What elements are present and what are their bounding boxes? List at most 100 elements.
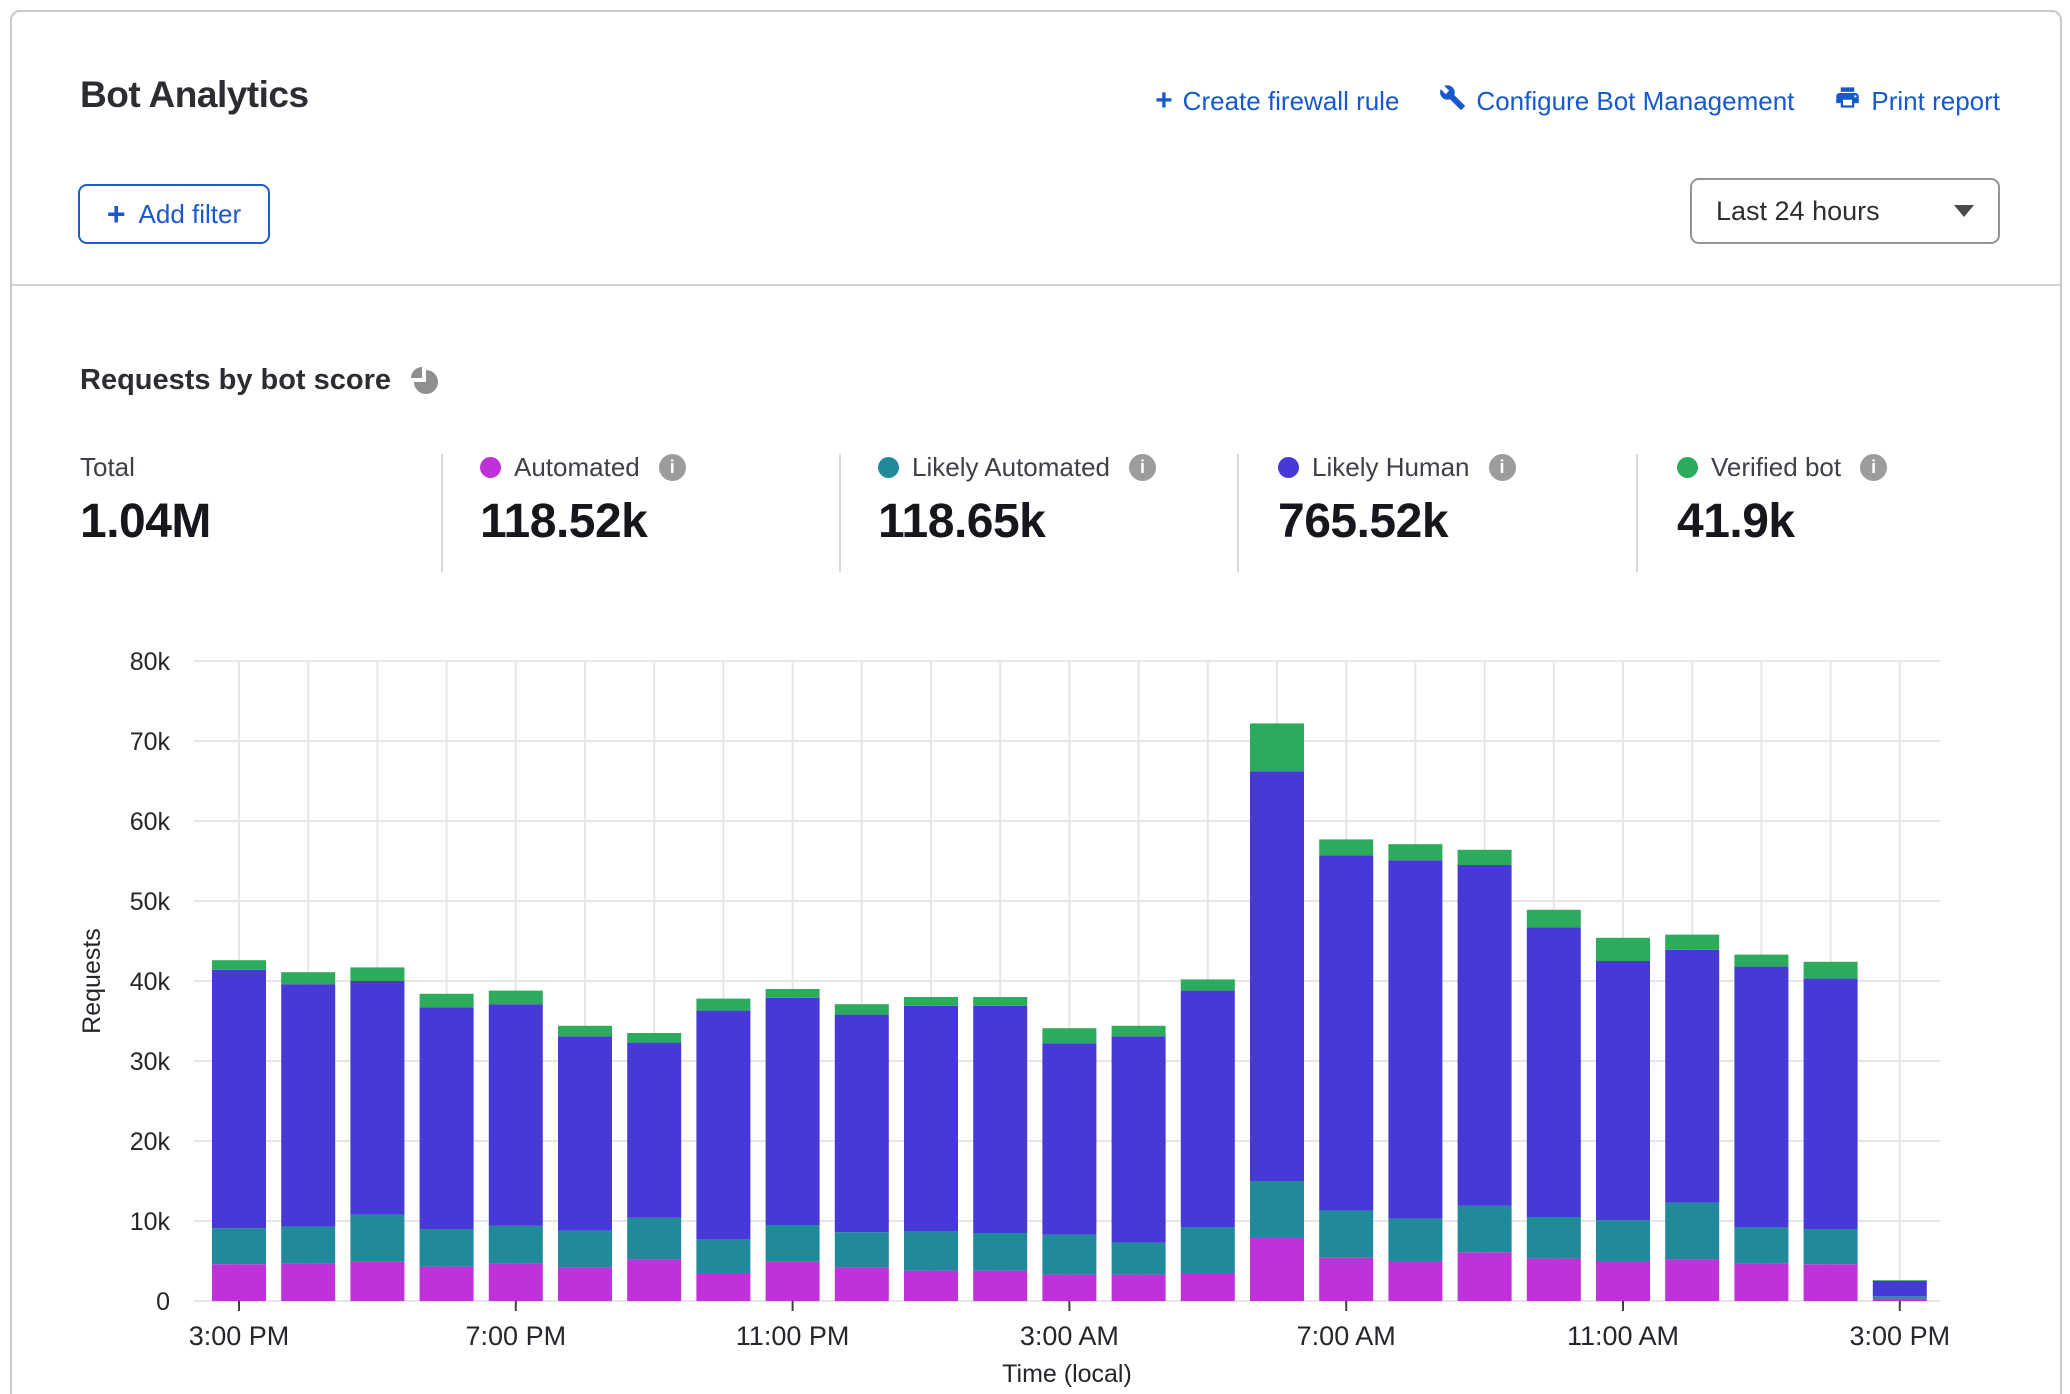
- bar-segment[interactable]: [350, 967, 404, 981]
- bar-segment[interactable]: [1873, 1281, 1927, 1296]
- bar-segment[interactable]: [1388, 844, 1442, 860]
- bar-segment[interactable]: [835, 1232, 889, 1267]
- bar-segment[interactable]: [281, 972, 335, 984]
- bar-segment[interactable]: [212, 1264, 266, 1301]
- bar-segment[interactable]: [558, 1036, 612, 1230]
- bar-segment[interactable]: [973, 1271, 1027, 1301]
- bar-segment[interactable]: [1042, 1028, 1096, 1043]
- bar-segment[interactable]: [1527, 910, 1581, 928]
- bar-segment[interactable]: [1388, 860, 1442, 1218]
- bar-segment[interactable]: [1804, 1264, 1858, 1301]
- bar-segment[interactable]: [1804, 1229, 1858, 1264]
- bar-segment[interactable]: [835, 1267, 889, 1301]
- bar-segment[interactable]: [1388, 1261, 1442, 1301]
- bar-segment[interactable]: [558, 1231, 612, 1268]
- bar-segment[interactable]: [1250, 723, 1304, 771]
- bar-segment[interactable]: [1596, 1220, 1650, 1261]
- bar-segment[interactable]: [1458, 1206, 1512, 1252]
- bar-segment[interactable]: [835, 1015, 889, 1233]
- bar-segment[interactable]: [1665, 1203, 1719, 1260]
- bar-segment[interactable]: [1458, 865, 1512, 1206]
- bar-segment[interactable]: [1596, 1261, 1650, 1301]
- bar-segment[interactable]: [1319, 839, 1373, 855]
- bar-segment[interactable]: [627, 1043, 681, 1218]
- bar-segment[interactable]: [696, 999, 750, 1011]
- bar-segment[interactable]: [1042, 1235, 1096, 1275]
- bar-segment[interactable]: [1250, 771, 1304, 1181]
- bar-segment[interactable]: [1112, 1275, 1166, 1301]
- bar-segment[interactable]: [350, 1215, 404, 1262]
- bar-segment[interactable]: [489, 991, 543, 1005]
- bar-segment[interactable]: [1458, 850, 1512, 865]
- bar-segment[interactable]: [1112, 1036, 1166, 1242]
- bar-segment[interactable]: [1458, 1252, 1512, 1301]
- bar-segment[interactable]: [212, 960, 266, 970]
- bar-segment[interactable]: [1596, 961, 1650, 1220]
- bar-segment[interactable]: [1319, 1211, 1373, 1258]
- bar-segment[interactable]: [420, 1229, 474, 1267]
- bar-segment[interactable]: [904, 997, 958, 1006]
- bar-segment[interactable]: [489, 1004, 543, 1226]
- bar-segment[interactable]: [1250, 1181, 1304, 1237]
- bar-segment[interactable]: [1042, 1043, 1096, 1234]
- bar-segment[interactable]: [1319, 855, 1373, 1210]
- bar-segment[interactable]: [904, 1006, 958, 1232]
- bar-segment[interactable]: [1042, 1275, 1096, 1301]
- bar-segment[interactable]: [973, 997, 1027, 1006]
- bar-segment[interactable]: [1181, 979, 1235, 990]
- bar-segment[interactable]: [1181, 991, 1235, 1228]
- bar-segment[interactable]: [904, 1231, 958, 1270]
- bar-segment[interactable]: [766, 989, 820, 998]
- bar-segment[interactable]: [420, 994, 474, 1008]
- bar-segment[interactable]: [1527, 1217, 1581, 1259]
- bar-segment[interactable]: [1873, 1299, 1927, 1301]
- bar-segment[interactable]: [696, 1011, 750, 1240]
- bar-segment[interactable]: [1804, 962, 1858, 979]
- bar-segment[interactable]: [1527, 1259, 1581, 1301]
- bar-segment[interactable]: [627, 1218, 681, 1260]
- bar-segment[interactable]: [973, 1006, 1027, 1233]
- bar-segment[interactable]: [1665, 950, 1719, 1203]
- bar-segment[interactable]: [1181, 1273, 1235, 1301]
- bar-segment[interactable]: [627, 1033, 681, 1043]
- bar-segment[interactable]: [1596, 938, 1650, 961]
- bar-segment[interactable]: [1527, 927, 1581, 1217]
- bar-segment[interactable]: [281, 1227, 335, 1264]
- bar-segment[interactable]: [1665, 935, 1719, 950]
- bar-segment[interactable]: [1734, 1263, 1788, 1301]
- bar-segment[interactable]: [420, 1267, 474, 1301]
- bar-segment[interactable]: [1873, 1280, 1927, 1281]
- bar-segment[interactable]: [489, 1226, 543, 1264]
- bar-segment[interactable]: [1388, 1219, 1442, 1261]
- bar-segment[interactable]: [835, 1004, 889, 1014]
- bar-segment[interactable]: [558, 1026, 612, 1036]
- bar-segment[interactable]: [420, 1007, 474, 1229]
- bar-segment[interactable]: [766, 998, 820, 1225]
- bar-segment[interactable]: [973, 1233, 1027, 1271]
- bar-segment[interactable]: [1804, 979, 1858, 1229]
- bar-segment[interactable]: [558, 1267, 612, 1301]
- bar-segment[interactable]: [1112, 1243, 1166, 1275]
- bar-segment[interactable]: [1734, 955, 1788, 967]
- bar-segment[interactable]: [1112, 1026, 1166, 1036]
- bar-segment[interactable]: [1873, 1296, 1927, 1298]
- bar-segment[interactable]: [1181, 1227, 1235, 1273]
- bar-segment[interactable]: [1665, 1259, 1719, 1301]
- bar-segment[interactable]: [1319, 1258, 1373, 1301]
- bar-segment[interactable]: [1734, 967, 1788, 1228]
- bar-segment[interactable]: [212, 1228, 266, 1264]
- bar-segment[interactable]: [696, 1273, 750, 1301]
- bar-segment[interactable]: [350, 981, 404, 1215]
- bar-segment[interactable]: [489, 1263, 543, 1301]
- bar-segment[interactable]: [696, 1239, 750, 1273]
- bar-segment[interactable]: [1734, 1227, 1788, 1263]
- bar-segment[interactable]: [281, 984, 335, 1226]
- bar-segment[interactable]: [281, 1263, 335, 1301]
- bar-segment[interactable]: [766, 1262, 820, 1301]
- bar-segment[interactable]: [350, 1262, 404, 1301]
- bar-segment[interactable]: [1250, 1237, 1304, 1301]
- bar-segment[interactable]: [904, 1271, 958, 1301]
- bar-segment[interactable]: [212, 970, 266, 1228]
- bar-segment[interactable]: [766, 1225, 820, 1262]
- bar-segment[interactable]: [627, 1259, 681, 1301]
